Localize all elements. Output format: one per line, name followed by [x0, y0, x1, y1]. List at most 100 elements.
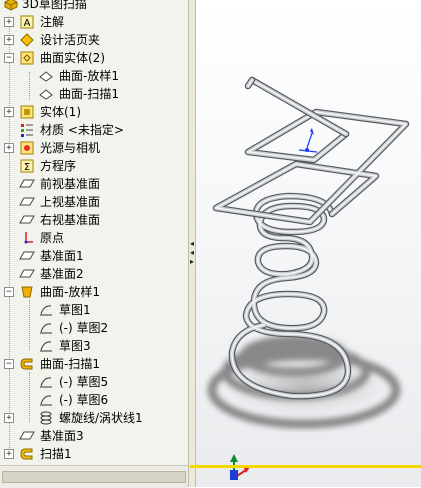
plane-icon: [19, 269, 35, 278]
surface-sweep-icon: [20, 358, 33, 370]
sketch-icon: [40, 341, 52, 352]
tree-item-label: 螺旋线/涡状线1: [59, 411, 143, 425]
part-icon: [4, 0, 18, 11]
tree-item-label: (-) 草图6: [59, 393, 109, 407]
tree-item[interactable]: (-) 草图5: [0, 373, 188, 391]
tree-item[interactable]: 上视基准面: [0, 193, 188, 211]
collapse-icon[interactable]: −: [4, 359, 14, 369]
tree-item-label: 草图3: [59, 339, 91, 353]
tree-item[interactable]: − 曲面-扫描1: [0, 355, 188, 373]
tree-item-label: 原点: [40, 231, 65, 245]
surface-body-icon: [39, 89, 53, 100]
expand-icon[interactable]: +: [4, 17, 14, 27]
tree-item-label: 曲面-放样1: [59, 69, 119, 83]
expand-right-icon[interactable]: ▸: [189, 258, 195, 266]
tree-item-label: 方程序: [40, 159, 77, 173]
status-highlight-bar: [190, 465, 421, 468]
tree-item-label: 前视基准面: [40, 177, 101, 191]
tree-item-label: 光源与相机: [40, 141, 101, 155]
surface-bodies-icon: [20, 51, 34, 65]
tree-item[interactable]: 草图1: [0, 301, 188, 319]
tree-item-label: (-) 草图2: [59, 321, 109, 335]
tree-item[interactable]: 基准面1: [0, 247, 188, 265]
sketch-icon: [40, 323, 52, 334]
expand-icon[interactable]: +: [4, 449, 14, 459]
tree-item-label: 基准面3: [40, 429, 84, 443]
panel-splitter[interactable]: ◂ ◂ ▸: [188, 0, 196, 487]
equations-icon: Σ: [20, 159, 34, 173]
tree-item-label: 草图1: [59, 303, 91, 317]
tree-item-label: 曲面实体(2): [40, 51, 105, 65]
tree-item[interactable]: Σ 方程序: [0, 157, 188, 175]
tree-item-label: 曲面-扫描1: [40, 357, 100, 371]
tree-item-label: 扫描1: [40, 447, 72, 461]
svg-text:Σ: Σ: [24, 162, 30, 173]
annotation-icon: A: [20, 15, 34, 29]
tree-item[interactable]: + 光源与相机: [0, 139, 188, 157]
graphics-viewport[interactable]: [196, 0, 421, 487]
expand-icon[interactable]: +: [4, 107, 14, 117]
horizontal-scrollbar[interactable]: [0, 465, 188, 488]
sketch-icon: [40, 305, 52, 316]
tree-item[interactable]: − 曲面-放样1: [0, 283, 188, 301]
tree-item-label: 实体(1): [40, 105, 81, 119]
material-icon: [21, 124, 33, 137]
plane-icon: [19, 179, 35, 188]
axis-triad-selection: [298, 128, 318, 153]
lights-cameras-icon: [20, 141, 34, 155]
surface-loft-icon: [21, 286, 33, 298]
tree-item-label: 曲面-放样1: [40, 285, 100, 299]
tree-item-label: 上视基准面: [40, 195, 101, 209]
sketch-icon: [40, 395, 52, 406]
tree-item[interactable]: + 螺旋线/涡状线1: [0, 409, 188, 427]
tree-item[interactable]: 基准面2: [0, 265, 188, 283]
tree-item[interactable]: + 扫描1: [0, 445, 188, 463]
sweep-icon: [20, 448, 33, 460]
tree-item-label: 基准面1: [40, 249, 84, 263]
tree-item[interactable]: 曲面-放样1: [0, 67, 188, 85]
tree-item[interactable]: 右视基准面: [0, 211, 188, 229]
tree-item[interactable]: (-) 草图6: [0, 391, 188, 409]
model-shadow: [207, 335, 401, 429]
tree-item[interactable]: + 实体(1): [0, 103, 188, 121]
expand-icon[interactable]: +: [4, 143, 14, 153]
tree-item[interactable]: 曲面-扫描1: [0, 85, 188, 103]
solid-bodies-icon: [20, 105, 34, 119]
root-label: 3D草图扫描: [22, 0, 87, 11]
tree-item[interactable]: + 设计活页夹: [0, 31, 188, 49]
expand-icon[interactable]: +: [4, 35, 14, 45]
plane-icon: [19, 431, 35, 440]
feature-manager-tree: 3D草图扫描 + A 注解 + 设计活页夹 − 曲面实体(2) 曲面-放样1 曲面-扫描1 + 实体…: [0, 0, 188, 465]
expand-icon[interactable]: +: [4, 413, 14, 423]
tree-item-label: 注解: [40, 15, 65, 29]
3d-model-view[interactable]: [196, 0, 421, 487]
origin-icon: [24, 232, 33, 244]
tree-item-label: 曲面-扫描1: [59, 87, 119, 101]
tree-item-label: 设计活页夹: [40, 33, 101, 47]
collapse-left-icon[interactable]: ◂: [189, 249, 195, 257]
tree-item-label: 右视基准面: [40, 213, 101, 227]
plane-icon: [19, 215, 35, 224]
tree-item-label: 基准面2: [40, 267, 84, 281]
sketch-icon: [40, 377, 52, 388]
surface-body-icon: [39, 71, 53, 82]
tree-item[interactable]: (-) 草图2: [0, 319, 188, 337]
scrollbar-track[interactable]: [2, 471, 186, 483]
svg-text:A: A: [24, 18, 31, 29]
collapse-left-icon[interactable]: ◂: [189, 240, 195, 248]
collapse-icon[interactable]: −: [4, 53, 14, 63]
tree-item[interactable]: − 曲面实体(2): [0, 49, 188, 67]
tree-item[interactable]: 前视基准面: [0, 175, 188, 193]
plane-icon: [19, 197, 35, 206]
collapse-icon[interactable]: −: [4, 287, 14, 297]
tree-item[interactable]: 草图3: [0, 337, 188, 355]
tree-item[interactable]: + A 注解: [0, 13, 188, 31]
design-binder-icon: [20, 33, 34, 47]
tree-item[interactable]: 原点: [0, 229, 188, 247]
plane-icon: [19, 251, 35, 260]
tree-item-label: (-) 草图5: [59, 375, 109, 389]
tree-item-label: 材质 <未指定>: [40, 123, 124, 137]
tree-item[interactable]: 材质 <未指定>: [0, 121, 188, 139]
tree-item[interactable]: 基准面3: [0, 427, 188, 445]
helix-icon: [40, 411, 52, 425]
